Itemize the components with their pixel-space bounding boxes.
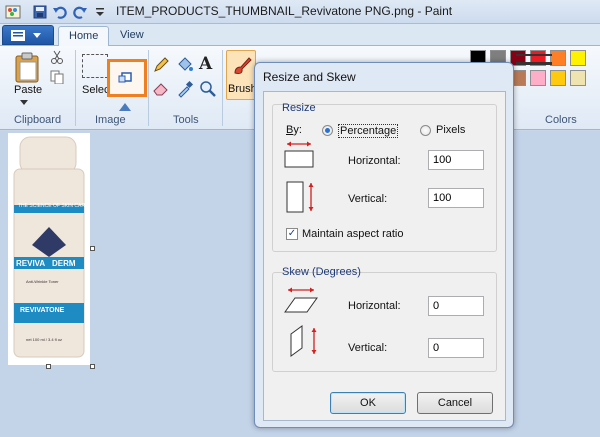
product-volume: net 100 ml / 3.4 fl oz: [26, 337, 63, 342]
product-name: REVIVATONE: [20, 307, 65, 314]
color-swatch[interactable]: [570, 70, 586, 86]
resize-vertical-icon: [286, 181, 314, 213]
text-tool-icon[interactable]: A: [199, 54, 212, 74]
skew-vertical-icon: [290, 325, 317, 357]
file-menu-button[interactable]: [2, 25, 54, 45]
undo-icon[interactable]: [52, 4, 68, 20]
percentage-label[interactable]: Percentage: [338, 124, 399, 138]
title-bar: ITEM_PRODUCTS_THUMBNAIL_Revivatone PNG.p…: [0, 0, 600, 24]
skew-horizontal-input[interactable]: [428, 296, 484, 316]
redo-icon[interactable]: [72, 4, 88, 20]
maintain-aspect-checkbox[interactable]: ✓: [286, 228, 298, 240]
colors-group-label: Colors: [545, 114, 577, 126]
resize-icon: [118, 72, 132, 83]
brushes-button[interactable]: Brushes: [226, 50, 268, 100]
resize-horizontal-label: Horizontal:: [348, 155, 401, 167]
product-brand-prefix: REVIVA: [16, 259, 46, 268]
select-icon[interactable]: [82, 54, 108, 78]
resize-vertical-input[interactable]: [428, 188, 484, 208]
brush-icon: [234, 57, 252, 74]
divider: [75, 50, 76, 126]
tab-view[interactable]: View: [110, 26, 154, 46]
paste-button[interactable]: Paste: [14, 84, 42, 96]
skew-horizontal-label: Horizontal:: [348, 300, 401, 312]
pencil-icon[interactable]: [152, 56, 170, 74]
product-subtitle: Anti-Wrinkle Toner: [26, 279, 59, 284]
cut-icon[interactable]: [50, 50, 64, 64]
paint-app-icon[interactable]: [5, 4, 21, 20]
paste-icon[interactable]: [14, 52, 42, 84]
skew-vertical-input[interactable]: [428, 338, 484, 358]
skew-vertical-label: Vertical:: [348, 342, 388, 354]
product-brand-suffix: DERM: [52, 259, 76, 268]
rotate-icon[interactable]: [117, 102, 133, 112]
skew-horizontal-icon: [284, 287, 318, 313]
dialog-title: Resize and Skew: [263, 70, 356, 84]
cancel-button[interactable]: Cancel: [417, 392, 493, 414]
size-line-preview[interactable]: [516, 48, 552, 80]
image-group-label: Image: [95, 114, 126, 126]
fill-bucket-icon[interactable]: [176, 56, 194, 74]
tools-group-label: Tools: [173, 114, 199, 126]
magnifier-icon[interactable]: [199, 80, 217, 98]
maintain-aspect-label[interactable]: Maintain aspect ratio: [302, 228, 404, 240]
divider: [148, 50, 149, 126]
resize-group-label: Resize: [282, 102, 316, 114]
by-label: By:: [286, 124, 302, 136]
pixels-label[interactable]: Pixels: [436, 124, 465, 136]
product-tagline: THE SCIENCE OF SKIN CARE: [18, 203, 89, 209]
skew-group-label: Skew (Degrees): [282, 266, 361, 278]
color-swatch[interactable]: [570, 50, 586, 66]
chevron-down-icon: [33, 33, 41, 38]
save-icon[interactable]: [32, 4, 48, 20]
customize-toolbar-icon[interactable]: [92, 4, 108, 20]
pixels-radio[interactable]: [420, 125, 431, 136]
percentage-radio[interactable]: [322, 125, 333, 136]
ok-button[interactable]: OK: [330, 392, 406, 414]
resize-horizontal-icon: [284, 141, 314, 168]
resize-horizontal-input[interactable]: [428, 150, 484, 170]
file-menu-icon: [11, 30, 25, 41]
divider: [222, 50, 223, 126]
color-swatch[interactable]: [550, 50, 566, 66]
canvas-image[interactable]: THE SCIENCE OF SKIN CARE REVIVA DERM Ant…: [8, 133, 90, 365]
clipboard-group-label: Clipboard: [14, 114, 62, 126]
copy-icon[interactable]: [50, 70, 64, 84]
color-swatch[interactable]: [550, 70, 566, 86]
eraser-icon[interactable]: [152, 80, 170, 98]
resize-handle-bottom[interactable]: [46, 364, 51, 369]
dialog-body: Resize By: Percentage Pixels Horizontal:…: [263, 91, 506, 421]
tab-home[interactable]: Home: [58, 26, 110, 47]
resize-button[interactable]: [107, 59, 147, 97]
color-picker-icon[interactable]: [176, 80, 194, 98]
product-bottle-image: [8, 133, 90, 365]
window-title: ITEM_PRODUCTS_THUMBNAIL_Revivatone PNG.p…: [116, 4, 453, 18]
resize-skew-dialog: Resize and Skew Resize By: Percentage Pi…: [254, 62, 514, 428]
ribbon-tabs: Home View: [0, 24, 600, 47]
resize-handle-corner[interactable]: [90, 364, 95, 369]
paste-dropdown-icon[interactable]: [20, 100, 28, 105]
resize-handle-right[interactable]: [90, 246, 95, 251]
resize-vertical-label: Vertical:: [348, 193, 388, 205]
